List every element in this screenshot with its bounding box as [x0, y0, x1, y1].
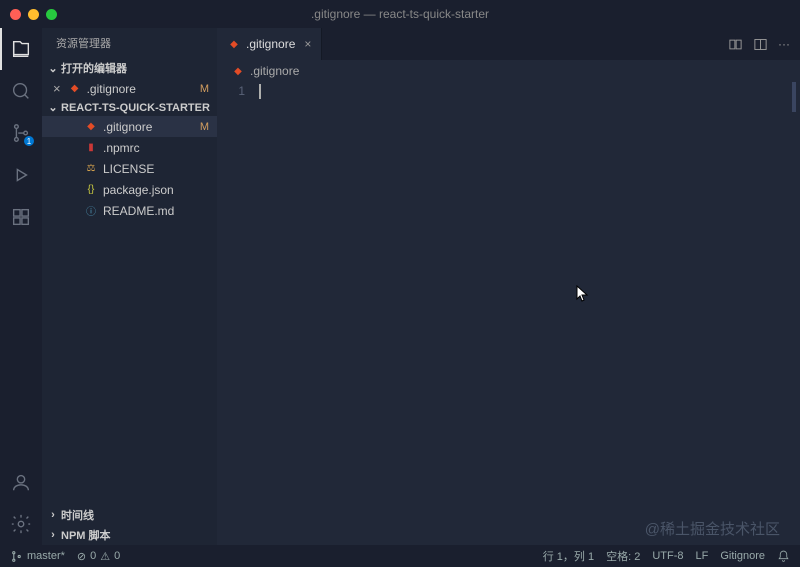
activity-bar: 1	[0, 28, 42, 545]
open-editors-section[interactable]: ⌄ 打开的编辑器	[42, 58, 217, 78]
file-item[interactable]: ◆ .gitignore M	[42, 116, 217, 137]
info-icon: ⓘ	[84, 204, 98, 218]
status-bar: master* ⊘0 ⚠0 行 1，列 1 空格: 2 UTF-8 LF Git…	[0, 545, 800, 567]
explorer-tab[interactable]	[0, 28, 42, 70]
cursor-position[interactable]: 行 1，列 1	[543, 548, 594, 564]
npm-icon: ▮	[84, 141, 98, 155]
chevron-right-icon: ›	[48, 509, 58, 521]
open-editor-item[interactable]: × ◆ .gitignore M	[42, 78, 217, 99]
indentation-status[interactable]: 空格: 2	[606, 548, 640, 564]
project-section[interactable]: ⌄ REACT-TS-QUICK-STARTER	[42, 99, 217, 116]
editor-area: ◆ .gitignore × ··· ◆ .gitignore 1	[217, 28, 800, 545]
file-item[interactable]: ⓘ README.md	[42, 200, 217, 221]
json-icon: {}	[84, 183, 98, 197]
timeline-section[interactable]: › 时间线	[42, 505, 217, 525]
breadcrumb[interactable]: ◆ .gitignore	[217, 60, 800, 82]
scm-badge: 1	[24, 136, 34, 146]
window-controls	[10, 9, 57, 20]
file-item[interactable]: {} package.json	[42, 179, 217, 200]
search-tab[interactable]	[0, 70, 42, 112]
chevron-down-icon: ⌄	[48, 101, 58, 114]
close-icon[interactable]: ×	[53, 81, 61, 96]
text-cursor	[259, 84, 261, 99]
git-icon: ◆	[231, 64, 245, 78]
editor-tabs: ◆ .gitignore × ···	[217, 28, 800, 60]
modified-badge: M	[200, 83, 209, 95]
source-control-tab[interactable]: 1	[0, 112, 42, 154]
editor-tab[interactable]: ◆ .gitignore ×	[217, 28, 322, 60]
file-item[interactable]: ▮ .npmrc	[42, 137, 217, 158]
maximize-window-button[interactable]	[46, 9, 57, 20]
language-status[interactable]: Gitignore	[720, 548, 765, 564]
npm-scripts-section[interactable]: › NPM 脚本	[42, 525, 217, 545]
file-item[interactable]: ⚖ LICENSE	[42, 158, 217, 179]
notifications-icon[interactable]	[777, 548, 790, 564]
sidebar-title: 资源管理器	[42, 28, 217, 58]
compare-icon[interactable]	[728, 37, 743, 52]
debug-tab[interactable]	[0, 154, 42, 196]
code-editor[interactable]: 1	[217, 82, 800, 545]
git-branch-status[interactable]: master*	[10, 550, 65, 563]
encoding-status[interactable]: UTF-8	[652, 548, 683, 564]
close-icon[interactable]: ×	[304, 37, 311, 51]
more-icon[interactable]: ···	[778, 37, 790, 51]
chevron-down-icon: ⌄	[48, 62, 58, 75]
license-icon: ⚖	[84, 162, 98, 176]
sidebar: 资源管理器 ⌄ 打开的编辑器 × ◆ .gitignore M ⌄ REACT-…	[42, 28, 217, 545]
git-icon: ◆	[227, 37, 241, 51]
extensions-tab[interactable]	[0, 196, 42, 238]
chevron-right-icon: ›	[48, 529, 58, 541]
split-editor-icon[interactable]	[753, 37, 768, 52]
line-gutter: 1	[217, 82, 259, 545]
close-window-button[interactable]	[10, 9, 21, 20]
problems-status[interactable]: ⊘0 ⚠0	[77, 550, 120, 563]
window-title: .gitignore — react-ts-quick-starter	[311, 7, 489, 21]
account-icon[interactable]	[0, 461, 42, 503]
eol-status[interactable]: LF	[696, 548, 709, 564]
minimap[interactable]	[792, 82, 796, 112]
minimize-window-button[interactable]	[28, 9, 39, 20]
modified-badge: M	[200, 121, 209, 133]
settings-icon[interactable]	[0, 503, 42, 545]
titlebar: .gitignore — react-ts-quick-starter	[0, 0, 800, 28]
git-icon: ◆	[84, 120, 98, 134]
git-icon: ◆	[68, 82, 82, 96]
